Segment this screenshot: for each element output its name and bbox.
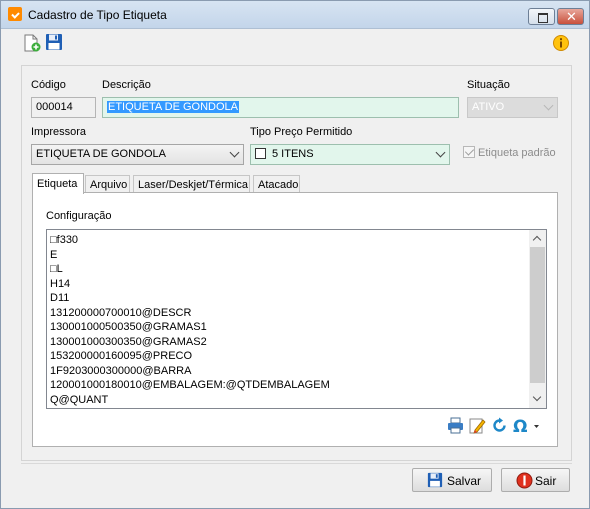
chevron-down-icon <box>435 147 446 158</box>
new-document-icon[interactable] <box>23 34 41 52</box>
tab-atacado[interactable]: Atacado <box>253 175 300 193</box>
tipo-preco-label: Tipo Preço Permitido <box>250 126 353 138</box>
situacao-label: Situação <box>467 79 510 91</box>
exit-button[interactable]: Sair <box>501 468 570 492</box>
tipo-preco-select[interactable]: 5 ITENS <box>250 144 450 165</box>
tab-laser[interactable]: Laser/Deskjet/Térmica <box>133 175 250 193</box>
edit-pencil-icon[interactable] <box>469 417 486 434</box>
config-line: Q@QUANT <box>50 393 109 406</box>
codigo-label: Código <box>31 79 66 91</box>
tab-label: Arquivo <box>90 179 128 191</box>
descricao-field[interactable]: ETIQUETA DE GONDOLA <box>102 97 459 118</box>
vertical-scrollbar[interactable] <box>529 230 546 408</box>
window-title: Cadastro de Tipo Etiqueta <box>28 8 167 22</box>
tab-label: Laser/Deskjet/Térmica <box>138 179 249 191</box>
codigo-value: 000014 <box>36 101 73 113</box>
etiqueta-padrao-label: Etiqueta padrão <box>478 147 556 159</box>
impressora-label: Impressora <box>31 126 87 138</box>
config-line: □f330 <box>50 234 79 246</box>
config-line: H14 <box>50 277 71 290</box>
tab-label: Etiqueta <box>37 178 78 190</box>
dialog-window: Cadastro de Tipo Etiqueta ✕ Código Descr… <box>0 0 590 509</box>
tab-page-etiqueta: Configuração □f330 E □L H14 D11 1312000007000… <box>32 192 558 447</box>
situacao-select[interactable]: ATIVO <box>467 97 558 118</box>
config-line: 131200000700010@DESCR <box>50 306 192 319</box>
scroll-thumb[interactable] <box>530 247 545 383</box>
close-button[interactable]: ✕ <box>557 8 584 25</box>
config-line: □L <box>50 263 63 275</box>
config-line: E <box>50 248 58 261</box>
exit-button-label: Sair <box>535 474 557 488</box>
configuracao-memo[interactable]: □f330 E □L H14 D11 131200000700010@DESCR 13000… <box>46 229 547 409</box>
refresh-icon[interactable] <box>491 417 508 434</box>
tipo-preco-value: 5 ITENS <box>272 148 314 160</box>
config-line: E <box>50 407 528 408</box>
descricao-label: Descrição <box>102 79 151 91</box>
chevron-down-icon <box>229 147 240 158</box>
config-line: 120001000180010@EMBALAGEM:@QTDEMBALAGEM <box>50 379 330 391</box>
scroll-down-icon[interactable] <box>532 392 542 402</box>
save-disk-icon <box>427 472 443 488</box>
situacao-value: ATIVO <box>472 101 505 113</box>
impressora-select[interactable]: ETIQUETA DE GONDOLA <box>31 144 244 165</box>
configuracao-label: Configuração <box>46 210 112 222</box>
config-line: 130001000500350@GRAMAS1 <box>50 321 207 333</box>
item-checkbox[interactable] <box>255 148 266 159</box>
info-icon[interactable] <box>552 34 570 52</box>
config-line: 130001000300350@GRAMAS2 <box>50 335 207 348</box>
save-button[interactable]: Salvar <box>412 468 492 492</box>
save-disk-icon[interactable] <box>45 33 63 51</box>
scroll-up-icon[interactable] <box>532 235 542 245</box>
print-icon[interactable] <box>447 417 464 434</box>
codigo-field[interactable]: 000014 <box>31 97 96 118</box>
config-line: D11 <box>50 292 70 304</box>
descricao-value: ETIQUETA DE GONDOLA <box>107 101 239 113</box>
tab-arquivo[interactable]: Arquivo <box>85 175 130 193</box>
restore-button[interactable] <box>528 8 555 25</box>
memo-text: □f330 E □L H14 D11 131200000700010@DESCR 13000… <box>50 233 528 408</box>
etiqueta-padrao-checkbox[interactable]: Etiqueta padrão <box>463 146 556 159</box>
close-icon: ✕ <box>566 10 577 25</box>
chevron-down-icon <box>543 100 554 111</box>
tab-etiqueta[interactable]: Etiqueta <box>32 173 84 194</box>
svg-text:Ω: Ω <box>513 417 527 434</box>
footer-separator <box>21 463 572 464</box>
exit-icon <box>516 472 533 489</box>
impressora-value: ETIQUETA DE GONDOLA <box>36 148 166 160</box>
save-button-label: Salvar <box>447 474 482 488</box>
config-line: 1F9203000300000@BARRA <box>50 364 192 377</box>
omega-icon[interactable]: Ω <box>513 417 541 434</box>
app-icon <box>8 7 22 21</box>
tab-label: Atacado <box>258 179 299 191</box>
checkbox-checked-icon <box>463 146 475 158</box>
title-bar[interactable]: Cadastro de Tipo Etiqueta ✕ <box>1 1 589 29</box>
config-line: 153200000160095@PRECO <box>50 350 193 362</box>
